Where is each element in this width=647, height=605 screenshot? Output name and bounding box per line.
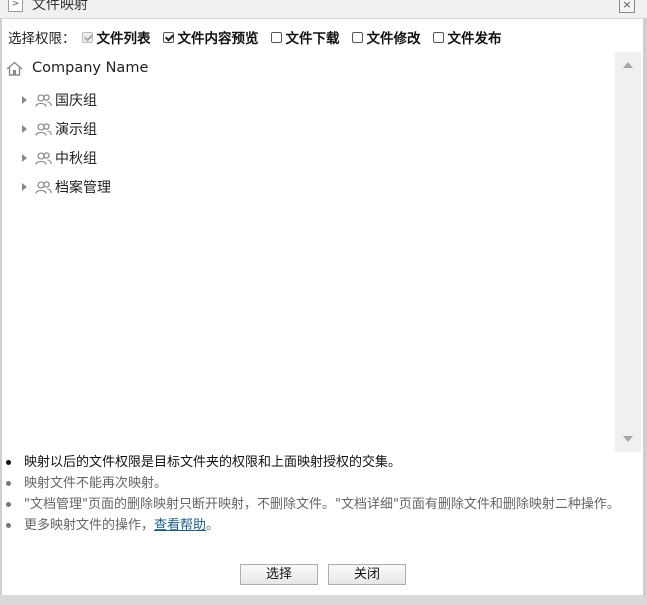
tree-root-company[interactable]: Company Name — [6, 60, 148, 76]
expand-arrow-icon[interactable] — [22, 183, 27, 191]
permission-file-modify[interactable]: 文件修改 — [351, 27, 421, 47]
tree-node-label: 演示组 — [55, 122, 97, 138]
bullet-icon — [6, 481, 11, 486]
window-title: 文件映射 — [32, 0, 88, 13]
file-modify-label: 文件修改 — [366, 31, 421, 47]
note-text: "文档管理"页面的删除映射只断开映射，不删除文件。"文档详细"页面有删除文件和删… — [24, 497, 620, 512]
expand-arrow-icon[interactable] — [22, 154, 27, 162]
note-item: 更多映射文件的操作，查看帮助。 — [0, 515, 643, 536]
bullet-icon — [6, 502, 11, 507]
select-button[interactable]: 选择 — [240, 564, 318, 585]
notes-list: 映射以后的文件权限是目标文件夹的权限和上面映射授权的交集。 映射文件不能再次映射… — [0, 452, 643, 536]
folder-tree: Company Name 国庆组 演示组 中秋组 档案管理 — [2, 52, 641, 452]
tree-root-label: Company Name — [32, 60, 149, 76]
tree-node-label: 国庆组 — [55, 93, 97, 109]
permission-row: 选择权限： 文件列表 文件内容预览 文件下载 文件修改 文件发布 — [8, 27, 514, 47]
file-preview-checkbox[interactable] — [162, 31, 174, 43]
file-list-label: 文件列表 — [96, 31, 151, 47]
close-icon[interactable]: × — [619, 0, 635, 13]
note-text: 映射文件不能再次映射。 — [24, 476, 168, 491]
note-item: "文档管理"页面的删除映射只断开映射，不删除文件。"文档详细"页面有删除文件和删… — [0, 494, 643, 515]
home-icon — [6, 61, 23, 76]
file-preview-label: 文件内容预览 — [177, 31, 259, 47]
title-bar: > 文件映射 × — [0, 0, 647, 19]
file-download-checkbox[interactable] — [270, 31, 282, 43]
file-list-checkbox[interactable] — [81, 31, 93, 43]
file-download-label: 文件下载 — [285, 31, 340, 47]
file-publish-label: 文件发布 — [447, 31, 502, 47]
bullet-icon — [6, 460, 11, 465]
scroll-up-icon[interactable] — [623, 62, 633, 68]
expand-arrow-icon[interactable] — [22, 96, 27, 104]
close-button[interactable]: 关闭 — [328, 564, 406, 585]
note-text: 映射以后的文件权限是目标文件夹的权限和上面映射授权的交集。 — [24, 455, 402, 470]
file-modify-checkbox[interactable] — [351, 31, 363, 43]
group-icon — [35, 180, 52, 194]
note-text: 。 — [206, 518, 220, 533]
file-publish-checkbox[interactable] — [432, 31, 444, 43]
group-icon — [35, 122, 52, 136]
tree-node-yanshi[interactable]: 演示组 — [22, 119, 97, 139]
permission-file-publish[interactable]: 文件发布 — [432, 27, 502, 47]
tree-node-label: 中秋组 — [55, 151, 97, 167]
scroll-down-icon[interactable] — [623, 436, 633, 442]
window-border-bottom — [0, 595, 647, 605]
window-border-right — [643, 18, 647, 595]
group-icon — [35, 93, 52, 107]
tree-node-label: 档案管理 — [55, 180, 111, 196]
expand-icon[interactable]: > — [8, 0, 23, 12]
bullet-icon — [6, 523, 11, 528]
permission-label: 选择权限： — [8, 31, 76, 47]
expand-arrow-icon[interactable] — [22, 125, 27, 133]
note-text: 更多映射文件的操作， — [24, 518, 155, 533]
note-item: 映射以后的文件权限是目标文件夹的权限和上面映射授权的交集。 — [0, 452, 643, 473]
tree-node-zhongqiu[interactable]: 中秋组 — [22, 148, 97, 168]
permission-file-preview[interactable]: 文件内容预览 — [162, 27, 259, 47]
help-link[interactable]: 查看帮助 — [154, 518, 206, 533]
tree-node-guoqing[interactable]: 国庆组 — [22, 90, 97, 110]
note-item: 映射文件不能再次映射。 — [0, 473, 643, 494]
tree-scrollbar[interactable] — [615, 52, 641, 452]
tree-node-archive[interactable]: 档案管理 — [22, 177, 111, 197]
permission-file-download[interactable]: 文件下载 — [270, 27, 340, 47]
group-icon — [35, 151, 52, 165]
permission-file-list[interactable]: 文件列表 — [81, 27, 151, 47]
